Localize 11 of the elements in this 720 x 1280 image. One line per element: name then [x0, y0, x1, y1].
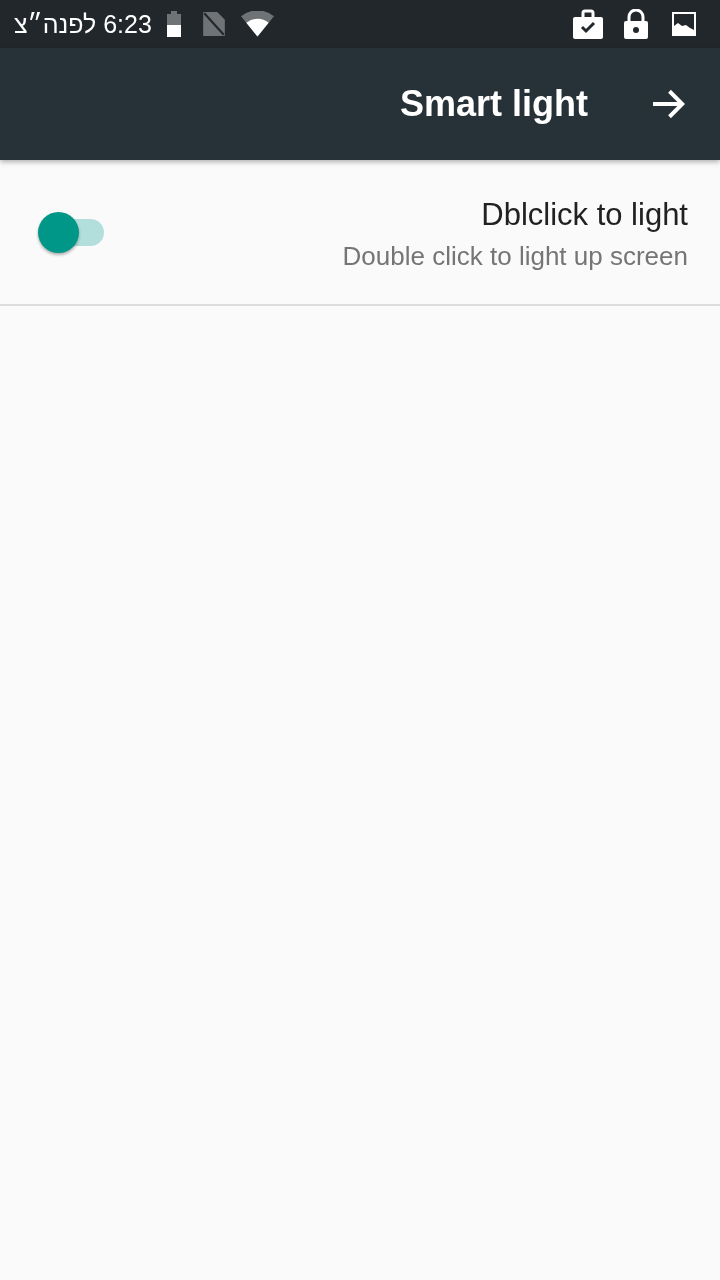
briefcase-check-icon	[573, 9, 603, 39]
no-sim-icon	[202, 11, 225, 37]
battery-icon	[166, 11, 181, 37]
status-time: 6:23 לפנה״צ	[14, 9, 152, 39]
image-icon	[672, 12, 696, 36]
lock-icon	[624, 9, 648, 39]
setting-summary: Double click to light up screen	[342, 240, 688, 272]
setting-title: Dblclick to light	[481, 196, 688, 233]
app-bar-title: Smart light	[400, 83, 588, 125]
toggle-switch[interactable]	[38, 211, 104, 253]
wifi-icon	[240, 11, 274, 37]
